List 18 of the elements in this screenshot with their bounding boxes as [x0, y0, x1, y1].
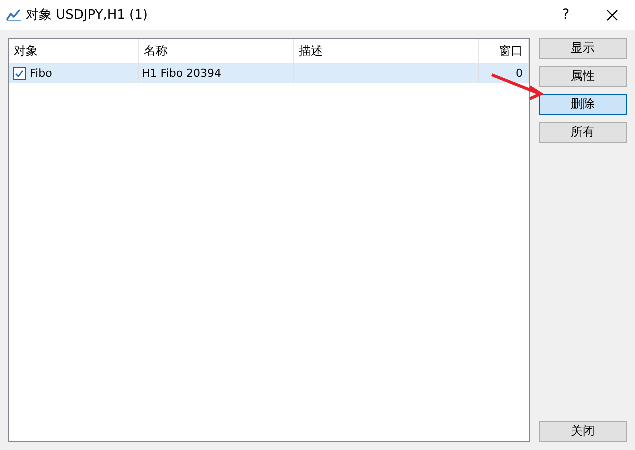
help-button[interactable]: ? [543, 0, 589, 30]
action-button[interactable]: 所有 [539, 122, 627, 143]
action-button[interactable]: 删除 [539, 94, 627, 115]
action-button[interactable]: 显示 [539, 38, 627, 59]
checkbox[interactable] [13, 67, 26, 80]
table-cell: 0 [516, 67, 523, 80]
column-header[interactable]: 窗口 [479, 39, 529, 63]
column-header[interactable]: 描述 [294, 39, 479, 63]
column-header[interactable]: 对象 [9, 39, 139, 63]
table-cell: Fibo [30, 67, 52, 80]
table-cell: H1 Fibo 20394 [142, 67, 222, 80]
window-title: 对象 USDJPY,H1 (1) [26, 7, 149, 24]
close-dialog-button[interactable]: 关闭 [539, 421, 627, 442]
action-button[interactable]: 属性 [539, 66, 627, 87]
close-icon [606, 10, 618, 20]
chart-line-icon [6, 8, 22, 22]
table-row[interactable]: Fibo H1 Fibo 20394 0 [9, 64, 529, 83]
column-header[interactable]: 名称 [139, 39, 294, 63]
